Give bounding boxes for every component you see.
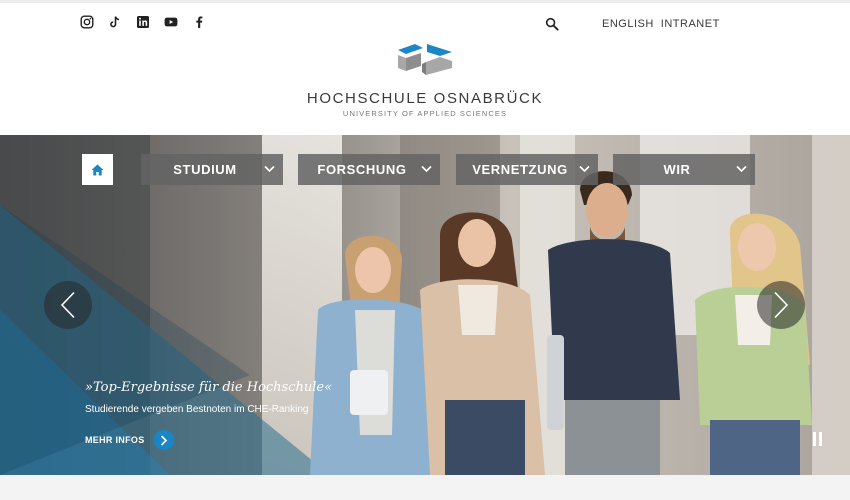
more-info-link[interactable]: MEHR INFOS [85, 430, 174, 450]
search-icon[interactable] [545, 17, 559, 31]
slide-subtitle: Studierende vergeben Bestnoten im CHE-Ra… [85, 404, 309, 415]
nav-item-studium[interactable]: STUDIUM [141, 154, 283, 185]
linkedin-icon[interactable] [136, 15, 150, 29]
top-links: ENGLISH INTRANET [602, 18, 720, 30]
content-area-start [0, 475, 850, 500]
more-info-button[interactable] [153, 430, 174, 450]
social-links [80, 15, 206, 29]
hero-slider: STUDIUM FORSCHUNG VERNETZUNG WIR »Top-Er… [0, 135, 850, 475]
nav-label-studium: STUDIUM [173, 162, 237, 177]
nav-item-vernetzung[interactable]: VERNETZUNG [456, 154, 598, 185]
nav-item-wir[interactable]: WIR [613, 154, 755, 185]
intranet-link[interactable]: INTRANET [661, 18, 720, 30]
main-navigation: STUDIUM FORSCHUNG VERNETZUNG WIR [0, 154, 850, 185]
hero-photo [0, 135, 850, 475]
facebook-icon[interactable] [192, 15, 206, 29]
brand-name: HOCHSCHULE OSNABRÜCK [306, 90, 544, 107]
chevron-right-icon [160, 434, 167, 446]
chevron-down-icon [264, 165, 275, 173]
slider-next-button[interactable] [757, 281, 805, 329]
more-info-label: MEHR INFOS [85, 435, 145, 445]
nav-item-forschung[interactable]: FORSCHUNG [298, 154, 440, 185]
home-icon [91, 164, 104, 175]
instagram-icon[interactable] [80, 15, 94, 29]
site-header: ENGLISH INTRANET HOCHSCHULE OSNABRÜCK UN… [0, 0, 850, 135]
home-button[interactable] [82, 154, 113, 185]
chevron-down-icon [421, 165, 432, 173]
english-link[interactable]: ENGLISH [602, 18, 654, 30]
pause-icon[interactable] [812, 432, 824, 446]
tiktok-icon[interactable] [108, 15, 122, 29]
slider-prev-button[interactable] [44, 281, 92, 329]
slide-title: »Top-Ergebnisse für die Hochschule« [85, 380, 333, 395]
brand-subtitle: UNIVERSITY OF APPLIED SCIENCES [342, 109, 508, 118]
chevron-left-icon [60, 291, 75, 319]
youtube-icon[interactable] [164, 15, 178, 29]
chevron-down-icon [579, 165, 590, 173]
nav-label-vernetzung: VERNETZUNG [472, 162, 568, 177]
nav-label-wir: WIR [663, 162, 691, 177]
hochschule-logo-mark[interactable] [395, 41, 455, 77]
chevron-right-icon [774, 291, 789, 319]
chevron-down-icon [736, 165, 747, 173]
nav-label-forschung: FORSCHUNG [317, 162, 407, 177]
